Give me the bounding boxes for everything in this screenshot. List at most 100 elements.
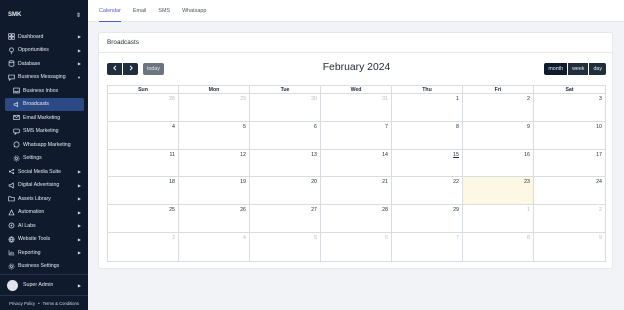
tab-calendar[interactable]: Calendar — [99, 0, 121, 22]
sidebar-item-ai-labs[interactable]: AI Labs ▶ — [0, 219, 88, 233]
sidebar-item-automation[interactable]: Automation ▶ — [0, 206, 88, 220]
sidebar-item-broadcasts[interactable]: Broadcasts — [5, 97, 84, 111]
day-number[interactable]: 9 — [527, 124, 530, 130]
day-number[interactable]: 6 — [314, 124, 317, 130]
day-number[interactable]: 10 — [596, 124, 602, 130]
day-cell[interactable]: 1 — [392, 94, 463, 121]
tab-email[interactable]: Email — [133, 0, 146, 22]
sidebar-item-assets-library[interactable]: Assets Library ▶ — [0, 192, 88, 206]
workspace-switcher[interactable]: SMK ⇕ — [0, 0, 88, 30]
day-number[interactable]: 30 — [311, 96, 317, 102]
day-cell[interactable]: 29 — [392, 205, 463, 232]
day-cell[interactable]: 29 — [179, 94, 250, 121]
day-cell[interactable]: 1 — [463, 205, 534, 232]
tab-whatsapp[interactable]: Whatsapp — [182, 0, 206, 22]
day-number[interactable]: 24 — [596, 179, 602, 185]
day-cell[interactable]: 10 — [534, 122, 605, 149]
day-number[interactable]: 14 — [382, 152, 388, 158]
day-cell[interactable]: 8 — [392, 121, 463, 149]
day-number[interactable]: 22 — [453, 179, 459, 185]
sidebar-item-dashboard[interactable]: Dashboard ▶ — [0, 30, 88, 44]
terms-link[interactable]: Terms & Conditions — [43, 301, 79, 306]
day-cell[interactable]: 5 — [179, 121, 250, 149]
day-cell[interactable]: 30 — [250, 94, 321, 121]
day-number[interactable]: 12 — [240, 152, 246, 158]
day-cell[interactable]: 28 — [321, 205, 392, 232]
day-number[interactable]: 7 — [385, 124, 388, 130]
day-number[interactable]: 4 — [243, 235, 246, 241]
day-cell[interactable]: 6 — [321, 232, 392, 261]
sidebar-item-settings[interactable]: Settings — [0, 152, 88, 166]
day-cell[interactable]: 22 — [392, 177, 463, 205]
day-view-button[interactable]: day — [589, 63, 606, 75]
day-number[interactable]: 17 — [596, 152, 602, 158]
day-cell[interactable]: 6 — [250, 121, 321, 149]
day-number[interactable]: 15 — [453, 152, 459, 158]
day-cell[interactable]: 4 — [179, 232, 250, 261]
day-number[interactable]: 20 — [311, 179, 317, 185]
day-number[interactable]: 1 — [527, 207, 530, 213]
sidebar-item-whatsapp-marketing[interactable]: Whatsapp Marketing — [0, 138, 88, 152]
day-cell[interactable]: 5 — [250, 232, 321, 261]
sidebar-item-social-media-suite[interactable]: Social Media Suite ▶ — [0, 165, 88, 179]
day-cell[interactable]: 28 — [108, 94, 179, 121]
day-cell[interactable]: 19 — [179, 177, 250, 205]
day-number[interactable]: 16 — [524, 152, 530, 158]
day-number[interactable]: 2 — [527, 96, 530, 102]
day-cell[interactable]: 2 — [534, 205, 605, 232]
day-number[interactable]: 21 — [382, 179, 388, 185]
sidebar-item-sms-marketing[interactable]: SMS Marketing — [0, 125, 88, 139]
sidebar-item-reporting[interactable]: Reporting ▶ — [0, 246, 88, 260]
day-cell[interactable]: 4 — [108, 121, 179, 149]
day-number[interactable]: 19 — [240, 179, 246, 185]
day-cell[interactable]: 13 — [250, 149, 321, 177]
day-cell[interactable]: 25 — [108, 205, 179, 232]
day-number[interactable]: 23 — [524, 179, 530, 185]
sidebar-item-email-marketing[interactable]: Email Marketing — [0, 111, 88, 125]
day-number[interactable]: 13 — [311, 152, 317, 158]
day-number[interactable]: 2 — [599, 207, 602, 213]
day-cell[interactable]: 7 — [321, 121, 392, 149]
day-cell[interactable]: 3 — [534, 94, 605, 121]
day-cell[interactable]: 26 — [179, 205, 250, 232]
day-number[interactable]: 8 — [527, 235, 530, 241]
day-cell[interactable]: 24 — [534, 177, 605, 204]
sidebar-item-digital-advertising[interactable]: Digital Advertising ▶ — [0, 179, 88, 193]
day-cell[interactable]: 18 — [108, 177, 179, 205]
day-number[interactable]: 27 — [311, 207, 317, 213]
day-number[interactable]: 5 — [314, 235, 317, 241]
day-cell[interactable]: 21 — [321, 177, 392, 205]
day-number[interactable]: 3 — [172, 235, 175, 241]
day-cell[interactable]: 27 — [250, 205, 321, 232]
sidebar-item-opportunities[interactable]: Opportunities ▶ — [0, 44, 88, 58]
day-number[interactable]: 28 — [382, 207, 388, 213]
day-number[interactable]: 29 — [453, 207, 459, 213]
sidebar-item-business-settings[interactable]: Business Settings — [0, 260, 88, 274]
day-number[interactable]: 31 — [382, 96, 388, 102]
sidebar-item-business-messaging[interactable]: Business Messaging ▼ — [0, 71, 88, 85]
day-cell[interactable]: 11 — [108, 149, 179, 177]
day-number[interactable]: 28 — [169, 96, 175, 102]
day-cell[interactable]: 3 — [108, 232, 179, 261]
day-cell[interactable]: 12 — [179, 149, 250, 177]
tab-sms[interactable]: SMS — [158, 0, 170, 22]
day-number[interactable]: 4 — [172, 124, 175, 130]
day-cell[interactable]: 17 — [534, 150, 605, 177]
day-number[interactable]: 9 — [599, 235, 602, 241]
day-number[interactable]: 5 — [243, 124, 246, 130]
sidebar-item-database[interactable]: Database ▶ — [0, 57, 88, 71]
day-number[interactable]: 6 — [385, 235, 388, 241]
privacy-policy-link[interactable]: Privacy Policy — [9, 301, 35, 306]
day-cell[interactable]: 31 — [321, 94, 392, 121]
day-number[interactable]: 1 — [456, 96, 459, 102]
user-menu[interactable]: Super Admin ▶ — [0, 274, 88, 296]
day-number[interactable]: 3 — [599, 96, 602, 102]
day-cell[interactable]: 20 — [250, 177, 321, 205]
day-number[interactable]: 11 — [170, 152, 176, 158]
day-cell[interactable]: 8 — [463, 232, 534, 261]
day-cell-today[interactable]: 23 — [463, 177, 534, 205]
day-cell[interactable]: 15 — [392, 149, 463, 177]
sidebar-item-website-tools[interactable]: Website Tools ▶ — [0, 233, 88, 247]
day-number[interactable]: 26 — [240, 207, 246, 213]
day-cell[interactable]: 2 — [463, 94, 534, 121]
